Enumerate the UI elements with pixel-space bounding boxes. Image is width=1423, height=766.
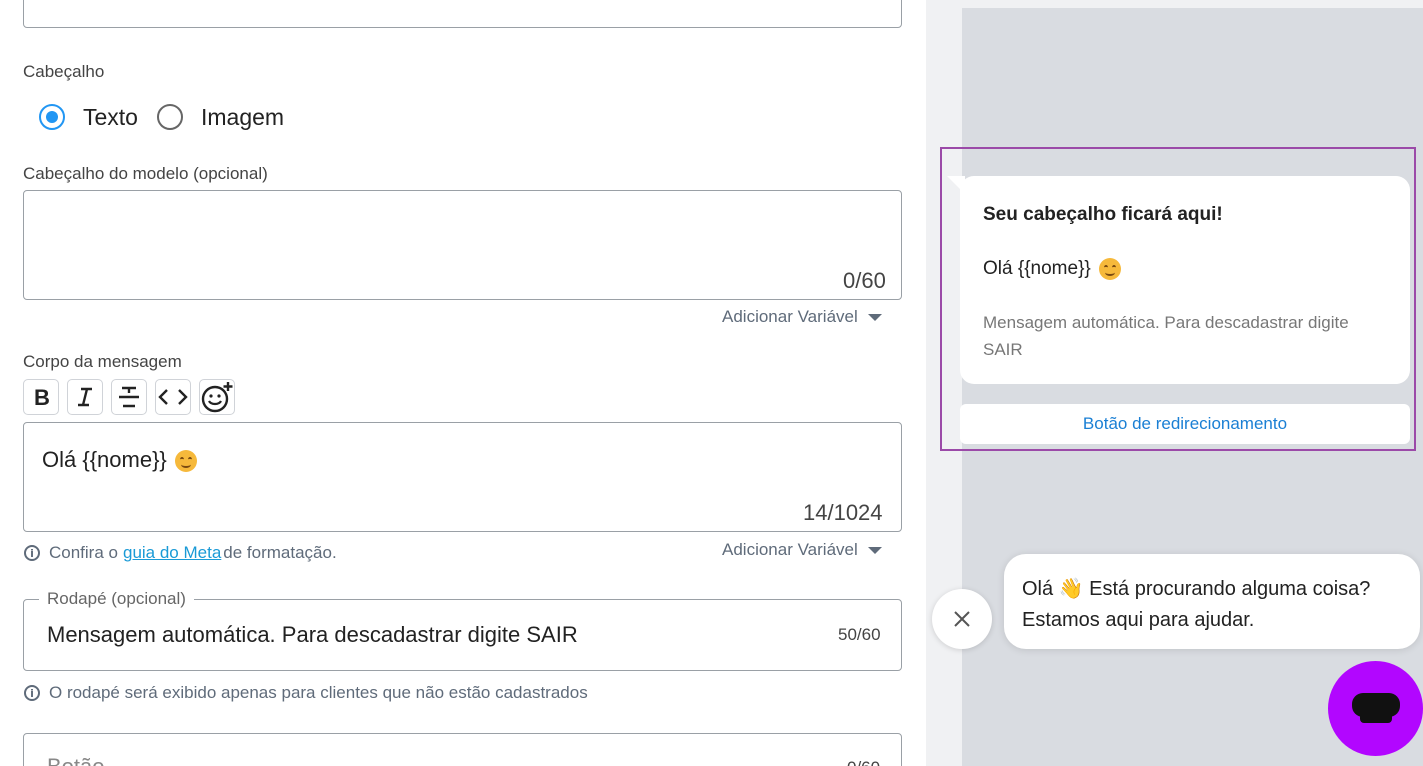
radio-texto[interactable] xyxy=(39,104,65,130)
preview-highlight-frame xyxy=(940,147,1416,451)
button-text-input[interactable]: Botão 0/60 xyxy=(23,733,902,766)
info-icon: i xyxy=(24,545,40,561)
footer-info-text: O rodapé será exibido apenas para client… xyxy=(49,683,588,702)
body-info: i Confira o guia do Meta de formatação. xyxy=(24,543,337,563)
italic-button[interactable] xyxy=(67,379,103,415)
italic-icon xyxy=(78,387,92,407)
body-counter: 14/1024 xyxy=(803,500,883,525)
radio-texto-label[interactable]: Texto xyxy=(83,104,138,131)
footer-counter: 50/60 xyxy=(838,625,881,644)
chat-greeting-line2: Estamos aqui para ajudar. xyxy=(1022,609,1255,631)
chevron-down-icon xyxy=(867,314,882,322)
body-label: Corpo da mensagem xyxy=(23,352,182,371)
meta-guide-link[interactable]: guia do Meta xyxy=(123,543,221,563)
strikethrough-icon xyxy=(119,386,139,408)
button-field-counter: 0/60 xyxy=(847,758,880,766)
body-info-prefix: Confira o xyxy=(49,543,118,562)
strikethrough-button[interactable] xyxy=(111,379,147,415)
chat-icon xyxy=(1351,692,1400,723)
header-section-label: Cabeçalho xyxy=(23,62,105,81)
chevron-down-icon xyxy=(867,547,882,555)
footer-input[interactable]: Mensagem automática. Para descadastrar d… xyxy=(23,599,902,671)
footer-info: i O rodapé será exibido apenas para clie… xyxy=(24,683,588,703)
template-header-label: Cabeçalho do modelo (opcional) xyxy=(23,164,268,183)
info-icon: i xyxy=(24,685,40,701)
body-info-suffix: de formatação. xyxy=(223,543,337,562)
bold-button[interactable]: B xyxy=(23,379,59,415)
radio-imagem-label[interactable]: Imagem xyxy=(201,104,284,131)
radio-imagem[interactable] xyxy=(157,104,183,130)
preview-top-strip xyxy=(962,0,1423,8)
body-text: Olá {{nome}} xyxy=(42,447,197,473)
chat-launcher-button[interactable] xyxy=(1328,661,1423,756)
close-icon xyxy=(954,611,970,627)
svg-text:B: B xyxy=(34,386,50,408)
emoji-button[interactable] xyxy=(199,379,235,415)
bold-icon: B xyxy=(34,386,50,408)
template-header-input[interactable] xyxy=(23,190,902,300)
chat-close-button[interactable] xyxy=(932,589,992,649)
chat-greeting-line1: Olá 👋 Está procurando alguma coisa? xyxy=(1022,578,1371,600)
template-form: Cabeçalho Texto Imagem Cabeçalho do mode… xyxy=(0,0,926,766)
footer-value: Mensagem automática. Para descadastrar d… xyxy=(47,622,578,647)
body-input[interactable]: Olá {{nome}} xyxy=(23,422,902,532)
body-value: Olá {{nome}} xyxy=(42,447,167,472)
add-variable-body-label: Adicionar Variável xyxy=(722,540,858,559)
add-variable-header-label: Adicionar Variável xyxy=(722,307,858,326)
emoji-add-icon xyxy=(201,382,233,413)
chat-greeting-bubble[interactable]: Olá 👋 Está procurando alguma coisa? Esta… xyxy=(1004,554,1420,649)
add-variable-body[interactable]: Adicionar Variável xyxy=(722,540,882,560)
footer-label: Rodapé (opcional) xyxy=(39,589,194,609)
template-header-counter: 0/60 xyxy=(843,268,886,293)
button-field-label: Botão xyxy=(47,754,105,766)
code-button[interactable] xyxy=(155,379,191,415)
add-variable-header[interactable]: Adicionar Variável xyxy=(722,307,882,327)
name-field[interactable] xyxy=(23,0,902,28)
smiling-face-icon xyxy=(174,450,197,473)
code-icon xyxy=(158,389,188,405)
